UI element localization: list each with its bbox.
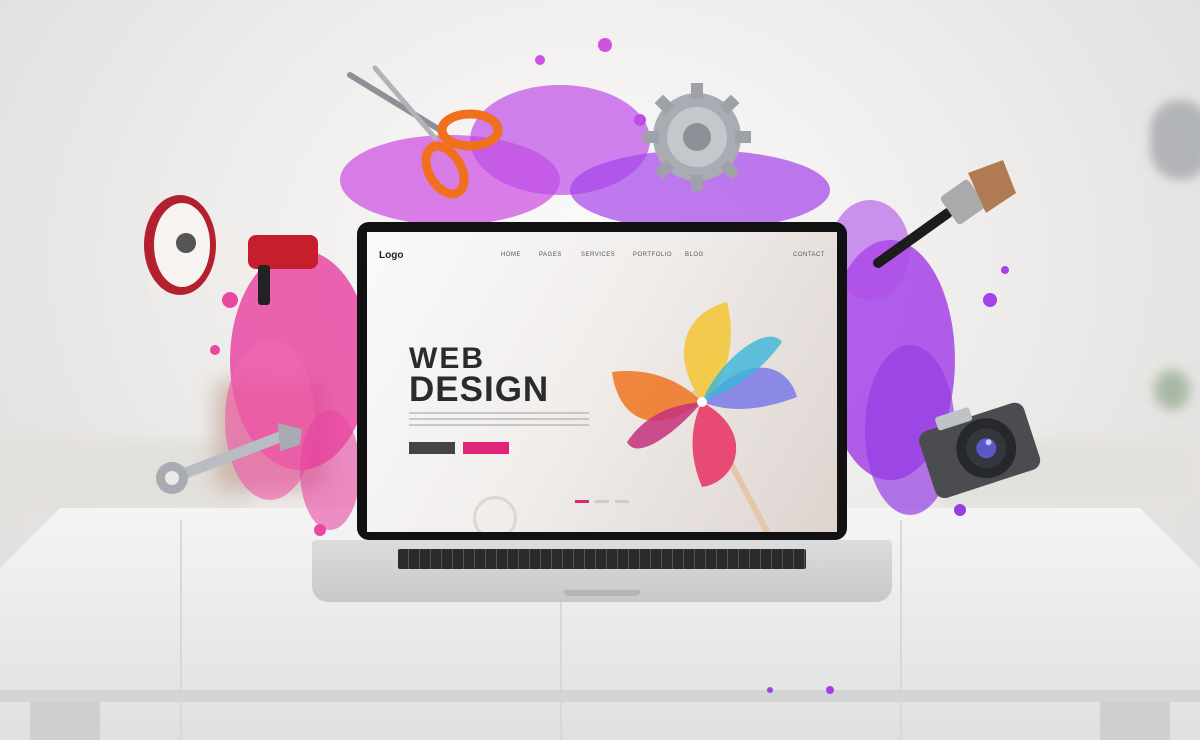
laptop-keyboard (398, 549, 806, 569)
web-design-scene: Logo HOME PAGES SERVICES PORTFOLIO BLOG … (0, 0, 1200, 740)
laptop-notch (564, 590, 640, 596)
hero-title-line2: DESIGN (409, 370, 550, 409)
hero-contact-button[interactable] (463, 442, 509, 454)
website-navbar: Logo HOME PAGES SERVICES PORTFOLIO BLOG … (367, 250, 837, 266)
megaphone-icon (144, 195, 318, 305)
nav-link-portfolio[interactable]: PORTFOLIO (633, 252, 672, 258)
website-logo[interactable]: Logo (379, 250, 403, 261)
decorative-ring (473, 496, 517, 532)
gear-icon (643, 83, 751, 191)
nav-link-services[interactable]: SERVICES (581, 252, 615, 258)
nav-link-pages[interactable]: PAGES (539, 252, 562, 258)
paintbrush-icon (873, 160, 1016, 268)
pinwheel-icon (612, 302, 797, 487)
wrench-icon (156, 423, 302, 494)
nav-link-contact[interactable]: CONTACT (793, 252, 825, 258)
laptop-screen: Logo HOME PAGES SERVICES PORTFOLIO BLOG … (367, 232, 837, 532)
hero-primary-button[interactable] (409, 442, 455, 454)
camera-icon (919, 402, 1041, 499)
nav-link-blog[interactable]: BLOG (685, 252, 704, 258)
scissors-icon (347, 65, 503, 199)
hero-subtitle-placeholder (409, 412, 589, 426)
nav-link-home[interactable]: HOME (501, 252, 521, 258)
slider-dot-active[interactable] (575, 500, 589, 503)
